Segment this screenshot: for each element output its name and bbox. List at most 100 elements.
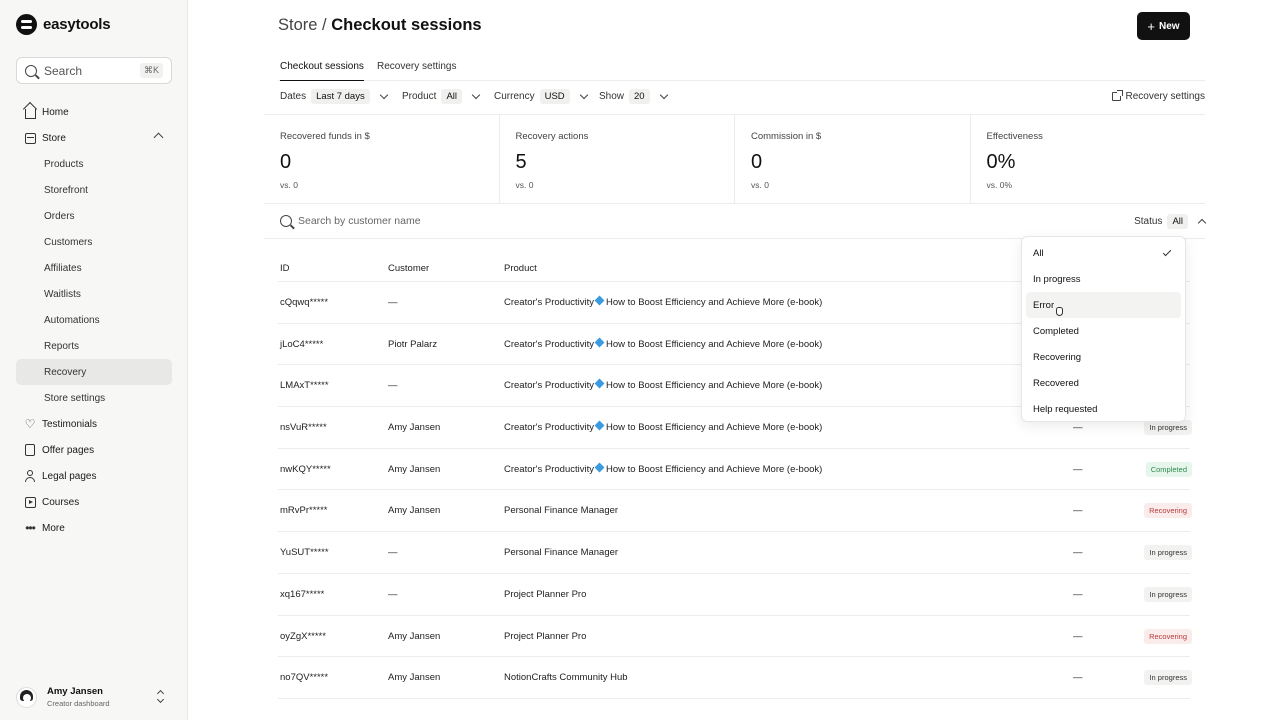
sidebar-item-legal-pages[interactable]: Legal pages: [16, 463, 172, 489]
product-subtitle: How to Boost Efficiency and Achieve More…: [605, 297, 823, 308]
cell-empty: —: [1073, 672, 1083, 684]
cell-product: Creator's Productivity How to Boost Effic…: [504, 337, 822, 350]
cell-customer: Piotr Palarz: [388, 338, 438, 350]
sidebar-item-products[interactable]: Products: [16, 151, 172, 177]
sidebar-item-store[interactable]: Store: [16, 125, 172, 151]
product-name: Creator's Productivity: [504, 422, 594, 434]
table-row[interactable]: xq167***** — Project Planner Pro — In progre…: [278, 574, 1192, 616]
app-root: easytools Search ⌘K Home Store Products …: [0, 0, 1280, 720]
cell-product: NotionCrafts Community Hub: [504, 672, 628, 683]
column-header-id[interactable]: ID: [280, 263, 290, 274]
sidebar-nav: Home Store Products Storefront Orders Cu…: [16, 99, 172, 541]
sidebar-item-storefront[interactable]: Storefront: [16, 177, 172, 203]
sidebar-item-affiliates[interactable]: Affiliates: [16, 255, 172, 281]
stat-label: Commission in $: [751, 131, 822, 142]
user-icon: [24, 470, 36, 482]
store-icon: [24, 132, 36, 144]
sidebar-item-home[interactable]: Home: [16, 99, 172, 125]
cell-customer: —: [388, 588, 398, 600]
sidebar-item-recovery[interactable]: Recovery: [16, 359, 172, 385]
cell-empty: —: [1073, 505, 1083, 517]
hand-cursor-icon: [1056, 307, 1063, 316]
sidebar-item-more[interactable]: ••• More: [16, 515, 172, 541]
table-row[interactable]: nwKQY***** Amy Jansen Creator's Productivi…: [278, 449, 1192, 491]
cell-product: Creator's Productivity How to Boost Effic…: [504, 378, 822, 392]
status-option-label: Recovered: [1033, 377, 1079, 389]
cell-empty: —: [1073, 630, 1083, 642]
tab-recovery-settings[interactable]: Recovery settings: [377, 61, 456, 80]
status-option-recovering[interactable]: Recovering: [1026, 344, 1181, 370]
product-name: Creator's Productivity: [504, 380, 594, 392]
sidebar-item-label: More: [42, 522, 65, 534]
sidebar-item-label: Testimonials: [42, 418, 98, 430]
chevron-up-icon: [1197, 218, 1207, 228]
cell-empty: —: [1073, 588, 1083, 600]
recovery-settings-link[interactable]: Recovery settings: [1111, 90, 1205, 102]
plus-icon: +: [1147, 18, 1156, 34]
dates-filter[interactable]: Dates Last 7 days: [280, 89, 388, 104]
sidebar-item-label: Legal pages: [42, 470, 97, 482]
show-filter-label: Show: [599, 91, 625, 102]
cell-customer: Amy Jansen: [388, 463, 441, 475]
cell-customer: Amy Jansen: [388, 422, 441, 434]
currency-filter[interactable]: Currency USD: [494, 89, 588, 104]
cell-customer: Amy Jansen: [388, 630, 441, 642]
status-option-label: In progress: [1033, 273, 1081, 285]
status-badge: In progress: [1144, 545, 1192, 561]
sidebar-search[interactable]: Search ⌘K: [16, 57, 172, 84]
column-header-product[interactable]: Product: [504, 263, 537, 274]
table-row[interactable]: YuSUT***** — Personal Finance Manager — In p…: [278, 532, 1192, 574]
sidebar-item-waitlists[interactable]: Waitlists: [16, 281, 172, 307]
sidebar-item-reports[interactable]: Reports: [16, 333, 172, 359]
cell-id: no7QV*****: [280, 672, 329, 684]
stat-label: Effectiveness: [986, 131, 1043, 142]
dates-filter-value: Last 7 days: [311, 89, 370, 104]
page-icon: [24, 444, 36, 456]
tab-checkout-sessions[interactable]: Checkout sessions: [280, 61, 364, 81]
breadcrumb-store[interactable]: Store: [278, 16, 317, 34]
currency-filter-value: USD: [539, 89, 570, 104]
table-row[interactable]: no7QV***** Amy Jansen NotionCrafts Communi…: [278, 657, 1192, 699]
cell-id: jLoC4*****: [280, 338, 324, 350]
sidebar-item-label: Home: [42, 106, 69, 118]
sidebar-item-courses[interactable]: Courses: [16, 489, 172, 515]
cell-customer: Amy Jansen: [388, 672, 441, 684]
column-header-customer[interactable]: Customer: [388, 263, 429, 274]
sidebar-item-offer-pages[interactable]: Offer pages: [16, 437, 172, 463]
external-link-icon: [1111, 90, 1123, 101]
status-option-in-progress[interactable]: In progress: [1026, 266, 1181, 292]
product-name: Personal Finance Manager: [504, 547, 619, 559]
table-row[interactable]: mRvPr***** Amy Jansen Personal Finance Man…: [278, 490, 1192, 533]
sidebar-item-testimonials[interactable]: ♡ Testimonials: [16, 411, 172, 437]
status-option-recovered[interactable]: Recovered: [1026, 370, 1181, 396]
profile-switcher[interactable]: Amy Jansen Creator dashboard: [16, 684, 172, 710]
logo[interactable]: easytools: [16, 14, 111, 35]
sidebar-item-automations[interactable]: Automations: [16, 307, 172, 333]
status-option-all[interactable]: All: [1026, 240, 1181, 266]
status-dropdown: All In progress Error Completed Recoveri…: [1021, 236, 1186, 422]
chevron-updown-icon: [156, 690, 166, 704]
new-button[interactable]: + New: [1137, 12, 1190, 40]
status-option-error[interactable]: Error: [1026, 292, 1181, 318]
status-option-completed[interactable]: Completed: [1026, 318, 1181, 344]
sidebar-item-orders[interactable]: Orders: [16, 203, 172, 229]
table-row[interactable]: oyZgX***** Amy Jansen Project Planner Pro —…: [278, 616, 1192, 658]
table-search-input[interactable]: Search by customer name: [298, 215, 421, 227]
cell-product: Creator's Productivity How to Boost Effic…: [504, 462, 822, 475]
status-filter[interactable]: Status All: [1134, 214, 1207, 229]
product-filter[interactable]: Product All: [402, 89, 481, 104]
stat-card: Recovery actions 5 vs. 0: [500, 115, 735, 203]
show-filter-value: 20: [629, 89, 650, 104]
status-option-help-requested[interactable]: Help requested: [1026, 396, 1181, 422]
sidebar-item-store-settings[interactable]: Store settings: [16, 385, 172, 411]
sidebar-item-label: Orders: [44, 210, 75, 222]
table-search[interactable]: Search by customer name Status All: [278, 212, 1207, 232]
breadcrumb-separator: /: [317, 16, 332, 34]
page-title: Store / Checkout sessions: [278, 16, 482, 35]
sidebar-item-label: Courses: [42, 496, 80, 508]
chevron-up-icon[interactable]: [153, 132, 164, 143]
sidebar-item-customers[interactable]: Customers: [16, 229, 172, 255]
show-filter[interactable]: Show 20: [599, 89, 668, 104]
gem-icon: [594, 420, 605, 431]
status-option-label: Error: [1033, 299, 1055, 311]
